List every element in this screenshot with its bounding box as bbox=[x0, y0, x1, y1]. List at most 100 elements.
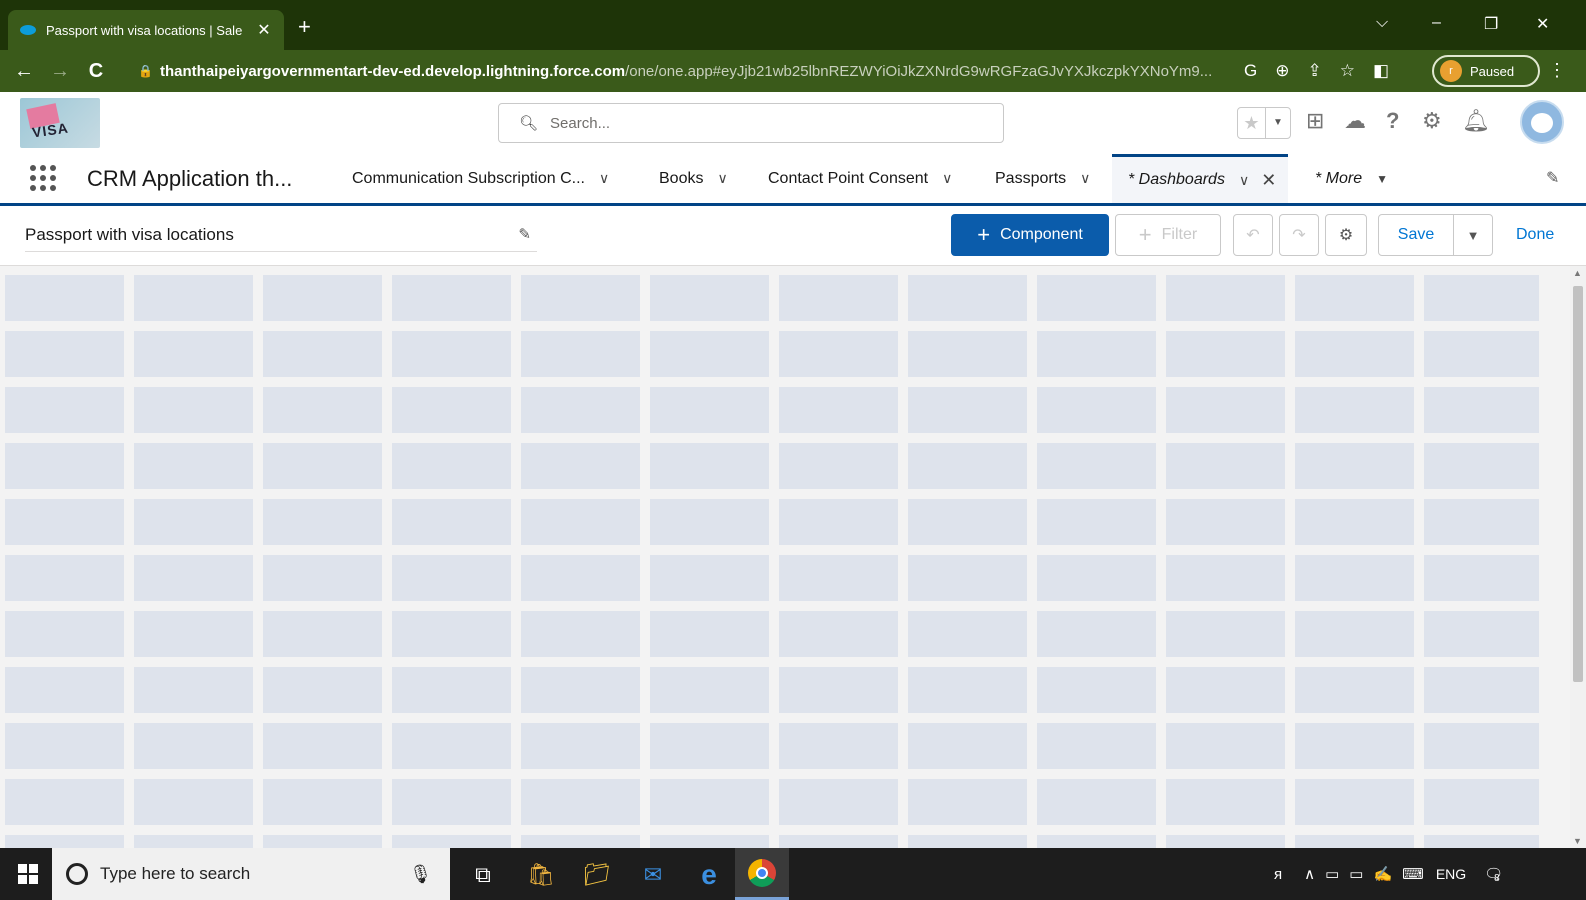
nav-more[interactable]: * More ▼ bbox=[1315, 154, 1388, 203]
chevron-down-icon[interactable]: ∨ bbox=[599, 170, 609, 187]
chevron-down-icon[interactable]: ∨ bbox=[1239, 172, 1249, 189]
store-icon[interactable]: 🛍︎ bbox=[524, 858, 558, 892]
minimize-button[interactable]: – bbox=[1432, 14, 1441, 32]
side-panel-icon[interactable]: ◧ bbox=[1373, 61, 1389, 81]
grid-cell bbox=[1037, 667, 1156, 713]
help-icon[interactable]: ? bbox=[1386, 108, 1399, 134]
setup-gear-icon[interactable]: ⚙ bbox=[1422, 108, 1442, 134]
undo-button[interactable]: ↶ bbox=[1233, 214, 1273, 256]
grid-cell bbox=[521, 611, 640, 657]
app-launcher-icon[interactable] bbox=[30, 165, 58, 193]
google-lens-icon[interactable]: G bbox=[1244, 61, 1257, 81]
grid-cell bbox=[392, 387, 511, 433]
org-logo[interactable]: VISA bbox=[20, 98, 100, 148]
save-options-button[interactable]: ▼ bbox=[1453, 214, 1493, 256]
grid-cell bbox=[392, 723, 511, 769]
grid-cell bbox=[1037, 443, 1156, 489]
grid-cell bbox=[650, 443, 769, 489]
save-button[interactable]: Save bbox=[1378, 214, 1454, 256]
taskbar-search[interactable]: Type here to search 🎙︎ bbox=[52, 848, 450, 900]
task-view-icon[interactable]: ⧉ bbox=[466, 858, 500, 892]
grid-cell bbox=[134, 779, 253, 825]
global-search[interactable]: 🔍︎ Search... bbox=[498, 103, 1004, 143]
grid-cell bbox=[134, 667, 253, 713]
chevron-down-icon[interactable]: ∨ bbox=[942, 170, 952, 187]
done-button[interactable]: Done bbox=[1516, 226, 1554, 244]
properties-button[interactable]: ⚙ bbox=[1325, 214, 1367, 256]
redo-button[interactable]: ↷ bbox=[1279, 214, 1319, 256]
dashboard-name-field[interactable]: Passport with visa locations ✎ bbox=[25, 222, 537, 252]
forward-button[interactable]: → bbox=[42, 60, 78, 83]
chevron-up-icon[interactable]: ∧ bbox=[1304, 865, 1315, 883]
zoom-icon[interactable]: ⊕ bbox=[1275, 61, 1289, 81]
pen-icon[interactable]: ✍ bbox=[1373, 865, 1392, 883]
notification-center-icon[interactable]: 🗨︎ 8 bbox=[1484, 865, 1503, 884]
people-icon[interactable]: ᴙ bbox=[1274, 866, 1282, 883]
global-header: VISA 🔍︎ Search... ★ ▼ ⊞ ☁ ? ⚙ 🔔︎ bbox=[0, 92, 1586, 154]
scroll-down-icon[interactable]: ▼ bbox=[1573, 836, 1582, 846]
grid-cell bbox=[1424, 667, 1539, 713]
edit-nav-pencil-icon[interactable]: ✎ bbox=[1546, 168, 1559, 188]
grid-cell bbox=[1037, 779, 1156, 825]
grid-cell bbox=[779, 275, 898, 321]
nav-tab-contact-point-consent[interactable]: Contact Point Consent ∨ bbox=[768, 154, 952, 203]
vertical-scrollbar[interactable]: ▲ ▼ bbox=[1570, 266, 1586, 848]
grid-cell bbox=[779, 331, 898, 377]
edge-icon[interactable]: e bbox=[692, 858, 726, 892]
tab-close-icon[interactable]: ✕ bbox=[256, 20, 272, 40]
nav-tab-dashboards[interactable]: * Dashboards ∨ ✕ bbox=[1112, 154, 1289, 203]
chevron-down-icon[interactable]: ∨ bbox=[717, 170, 727, 187]
favorite-star-icon[interactable]: ★ bbox=[1238, 108, 1265, 138]
grid-cell bbox=[779, 611, 898, 657]
nav-tab-communication-subscription[interactable]: Communication Subscription C... ∨ bbox=[352, 154, 609, 203]
nav-tab-passports[interactable]: Passports ∨ bbox=[995, 154, 1090, 203]
address-bar[interactable]: 🔒 thanthaipeiyargovernmentart-dev-ed.dev… bbox=[128, 54, 1234, 88]
grid-cell bbox=[1166, 331, 1285, 377]
browser-tab[interactable]: Passport with visa locations | Sale ✕ bbox=[8, 10, 284, 50]
cortana-icon bbox=[66, 863, 88, 885]
trailhead-icon[interactable]: ☁ bbox=[1344, 108, 1366, 134]
tab-search-icon[interactable]: ⌵ bbox=[1376, 14, 1388, 32]
grid-cell bbox=[1037, 611, 1156, 657]
profile-button[interactable]: r Paused bbox=[1432, 55, 1540, 87]
scrollbar-thumb[interactable] bbox=[1573, 286, 1583, 682]
global-actions-add-icon[interactable]: ⊞ bbox=[1306, 108, 1324, 134]
network-icon[interactable]: ▭ bbox=[1325, 865, 1339, 883]
grid-cell bbox=[392, 275, 511, 321]
nav-tab-books[interactable]: Books ∨ bbox=[659, 154, 728, 203]
back-button[interactable]: ← bbox=[6, 60, 42, 83]
mail-icon[interactable]: ✉ bbox=[636, 858, 670, 892]
dashboard-grid-canvas[interactable] bbox=[0, 266, 1570, 848]
grid-cell bbox=[263, 611, 382, 657]
keyboard-icon[interactable]: ⌨ bbox=[1402, 865, 1424, 883]
microphone-icon[interactable]: 🎙︎ bbox=[409, 864, 432, 885]
new-tab-button[interactable]: + bbox=[298, 16, 311, 38]
grid-cell bbox=[134, 723, 253, 769]
lock-icon[interactable]: 🔒 bbox=[138, 64, 153, 78]
windows-start-icon[interactable] bbox=[18, 864, 38, 884]
add-filter-label: Filter bbox=[1161, 226, 1198, 243]
bookmark-star-icon[interactable]: ☆ bbox=[1340, 61, 1355, 81]
chevron-down-icon[interactable]: ∨ bbox=[1080, 170, 1090, 187]
chrome-taskbar-icon[interactable] bbox=[735, 848, 789, 900]
grid-cell bbox=[1424, 275, 1539, 321]
add-component-button[interactable]: + Component bbox=[951, 214, 1109, 256]
favorites-dropdown-icon[interactable]: ▼ bbox=[1265, 108, 1290, 138]
chrome-menu-icon[interactable]: ⋮ bbox=[1548, 60, 1566, 81]
notifications-bell-icon[interactable]: 🔔︎ bbox=[1462, 108, 1490, 134]
language-indicator[interactable]: ENG bbox=[1436, 866, 1466, 882]
grid-cell bbox=[650, 387, 769, 433]
add-filter-button[interactable]: + Filter bbox=[1115, 214, 1221, 256]
share-icon[interactable]: ⇪ bbox=[1307, 61, 1321, 81]
close-tab-icon[interactable]: ✕ bbox=[1261, 170, 1276, 191]
scroll-up-icon[interactable]: ▲ bbox=[1573, 268, 1582, 278]
battery-icon[interactable]: ▭ bbox=[1349, 865, 1363, 883]
reload-button[interactable]: C bbox=[78, 60, 114, 83]
nav-more-label: * More bbox=[1315, 169, 1363, 187]
grid-cell bbox=[1166, 667, 1285, 713]
edit-name-pencil-icon[interactable]: ✎ bbox=[518, 222, 531, 248]
close-window-button[interactable]: ✕ bbox=[1536, 14, 1549, 34]
user-avatar[interactable] bbox=[1520, 100, 1564, 144]
restore-button[interactable]: ❐ bbox=[1484, 14, 1498, 34]
file-explorer-icon[interactable]: 📁︎ bbox=[580, 858, 614, 892]
